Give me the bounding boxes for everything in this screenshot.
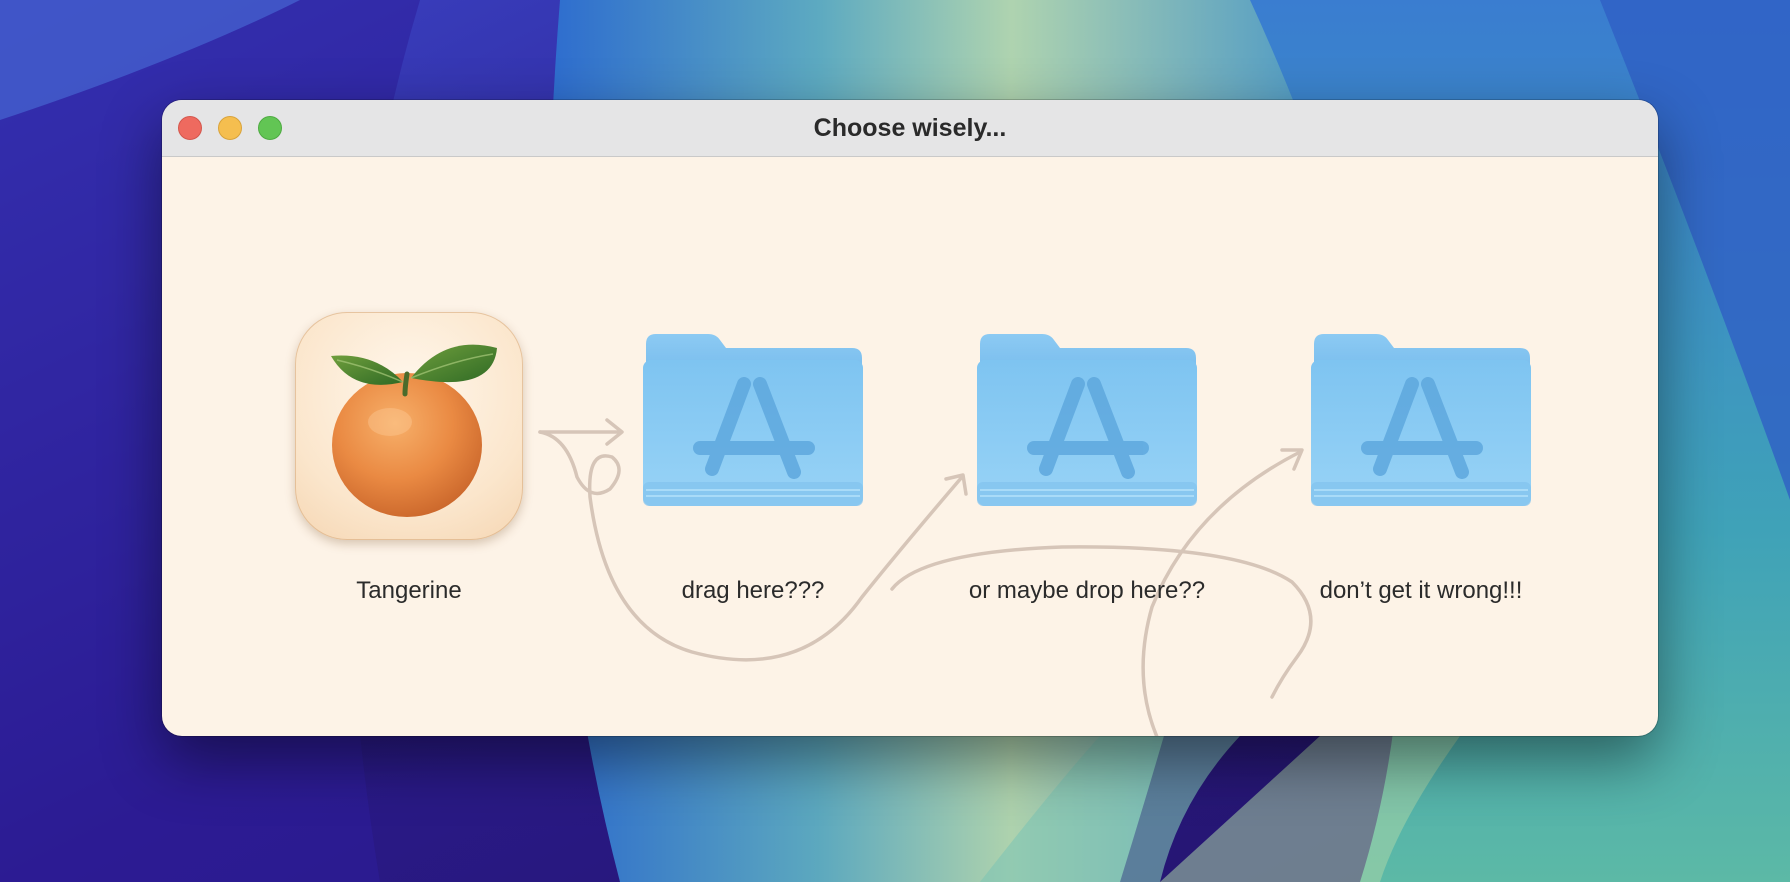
- tangerine-app-icon[interactable]: [295, 312, 523, 540]
- maybe-drop-here-label: or maybe drop here??: [968, 577, 1206, 604]
- installer-content: Tangerine drag here??? or maybe drop her…: [162, 157, 1658, 736]
- drag-here-label: drag here???: [681, 577, 825, 604]
- dont-get-it-wrong-label: don’t get it wrong!!!: [1319, 577, 1523, 604]
- tangerine-label: Tangerine: [356, 577, 462, 604]
- title-bar[interactable]: Choose wisely...: [162, 100, 1658, 157]
- applications-folder-icon[interactable]: [642, 332, 864, 510]
- applications-folder-icon[interactable]: [976, 332, 1198, 510]
- tangerine-icon: [331, 344, 497, 517]
- window-title: Choose wisely...: [813, 114, 1007, 142]
- arrow-long-curve: [890, 545, 1313, 699]
- app-window: Choose wisely... Tangerine drag here??? …: [162, 100, 1658, 736]
- applications-folder-icon[interactable]: [1310, 332, 1532, 510]
